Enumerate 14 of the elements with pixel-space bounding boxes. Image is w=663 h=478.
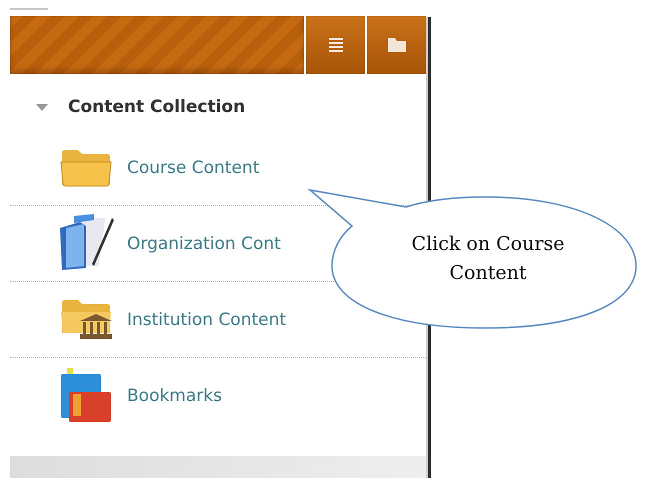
books-icon <box>59 368 113 424</box>
building-folder-icon <box>60 298 112 340</box>
content-link[interactable]: Bookmarks <box>127 386 222 406</box>
content-link[interactable]: Course Content <box>127 158 260 178</box>
section-heading: Content Collection <box>68 97 246 117</box>
content-link[interactable]: Institution Content <box>127 310 286 330</box>
list-view-button[interactable] <box>306 16 365 74</box>
folder-icon <box>60 148 112 186</box>
content-link[interactable]: Organization Cont <box>127 234 281 254</box>
folder-icon <box>388 38 406 52</box>
collapse-triangle-icon[interactable] <box>36 101 48 113</box>
folder-button[interactable] <box>367 16 426 74</box>
callout-text: Click on Course Content <box>410 232 566 286</box>
menu-icon <box>328 37 342 53</box>
